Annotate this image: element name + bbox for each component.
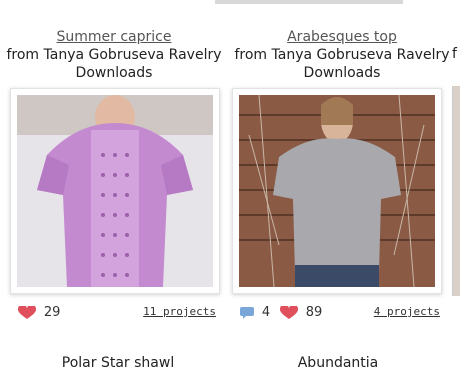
pattern-stats: 4 89 4 projects xyxy=(240,303,440,323)
pattern-stats: 29 11 projects xyxy=(17,303,216,323)
pattern-byline: from Tanya Gobruseva Ravelry Downloads xyxy=(234,47,450,81)
projects-link[interactable]: 4 projects xyxy=(374,305,440,318)
pattern-card-arabesques-top: Arabesques top from Tanya Gobruseva Rave… xyxy=(228,28,456,320)
pattern-photo[interactable] xyxy=(232,88,442,294)
pattern-title-link[interactable]: Arabesques top xyxy=(228,28,456,46)
comment-icon[interactable] xyxy=(240,306,254,319)
edge-pattern-byline: f xyxy=(452,46,457,62)
favorites-count: 29 xyxy=(43,305,61,320)
projects-link[interactable]: 11 projects xyxy=(143,305,216,318)
heart-icon[interactable] xyxy=(17,303,37,320)
pattern-title-next[interactable]: Polar Star shawl xyxy=(18,355,218,371)
top-divider xyxy=(215,0,403,4)
pattern-title-next[interactable]: Abundantia xyxy=(238,355,438,371)
edge-pattern-photo[interactable] xyxy=(452,86,460,296)
pattern-title-link[interactable]: Summer caprice xyxy=(0,28,228,46)
comments-count: 4 xyxy=(261,305,271,320)
heart-icon[interactable] xyxy=(279,303,298,320)
pattern-byline: from Tanya Gobruseva Ravelry Downloads xyxy=(6,47,222,81)
arabesques-top-photo xyxy=(239,95,435,287)
favorites-count: 89 xyxy=(305,305,323,320)
pattern-card-summer-caprice: Summer caprice from Tanya Gobruseva Rave… xyxy=(0,28,228,320)
pattern-photo[interactable] xyxy=(10,88,220,294)
summer-caprice-photo xyxy=(17,95,213,287)
